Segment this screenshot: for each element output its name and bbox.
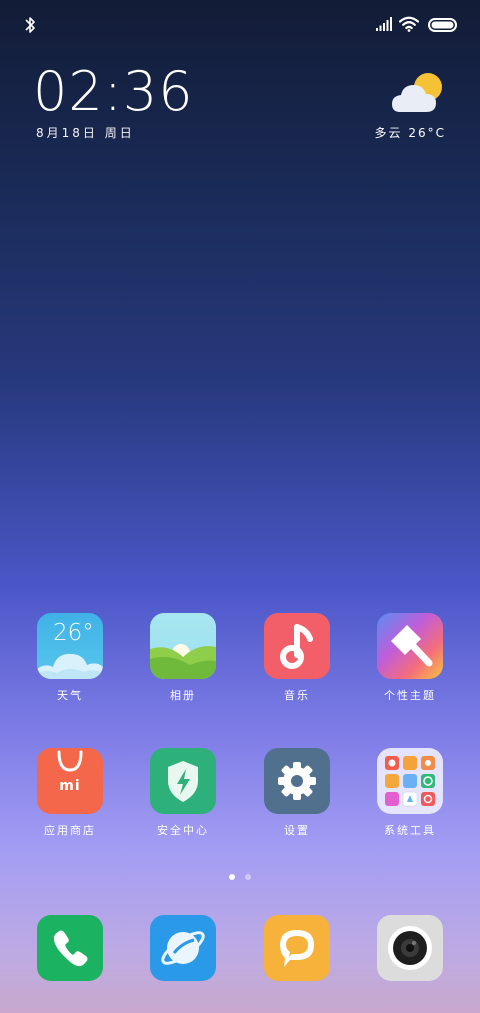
weather-app-temp: 26° (53, 620, 94, 646)
weather-summary: 多云 26°C (375, 124, 447, 141)
theme-brush-icon (377, 613, 443, 679)
dock-phone[interactable] (22, 915, 118, 981)
app-label: 个性主题 (384, 689, 436, 702)
dock-messages[interactable] (249, 915, 345, 981)
weather-temperature: 26°C (408, 126, 446, 140)
shopping-bag-icon: mi (37, 748, 103, 814)
app-music[interactable]: 音乐 (249, 613, 345, 703)
bluetooth-icon (25, 17, 35, 33)
folder-system-tools[interactable]: 系统工具 (362, 748, 458, 838)
weather-icon: 26° (37, 613, 103, 679)
page-dot-active[interactable] (229, 874, 235, 880)
folder-icon (377, 748, 443, 814)
browser-icon (150, 915, 216, 981)
store-mi-badge: mi (59, 778, 81, 794)
dock-browser[interactable] (135, 915, 231, 981)
weather-condition: 多云 (374, 126, 403, 140)
gallery-icon (150, 613, 216, 679)
app-label: 天气 (57, 689, 83, 702)
gear-icon (264, 748, 330, 814)
page-dot[interactable] (245, 874, 251, 880)
page-indicator (0, 872, 480, 882)
signal-icon (376, 17, 392, 31)
music-note-icon (264, 613, 330, 679)
app-settings[interactable]: 设置 (249, 748, 345, 838)
camera-icon (377, 915, 443, 981)
app-label: 系统工具 (384, 824, 436, 837)
app-label: 安全中心 (157, 824, 209, 837)
message-icon (264, 915, 330, 981)
app-label: 音乐 (284, 689, 310, 702)
app-label: 应用商店 (44, 824, 96, 837)
app-label: 相册 (170, 689, 196, 702)
phone-icon (37, 915, 103, 981)
battery-icon (428, 18, 457, 32)
app-label: 设置 (284, 824, 310, 837)
app-store[interactable]: mi 应用商店 (22, 748, 118, 838)
app-weather[interactable]: 26° 天气 (22, 613, 118, 703)
app-security[interactable]: 安全中心 (135, 748, 231, 838)
shield-bolt-icon (150, 748, 216, 814)
partly-cloudy-icon[interactable] (390, 70, 446, 116)
wifi-icon (399, 16, 419, 32)
status-bar (0, 0, 480, 50)
dock-camera[interactable] (362, 915, 458, 981)
clock-date: 8月18日 周日 (36, 126, 135, 140)
clock-time[interactable]: 02:36 (33, 60, 194, 124)
app-themes[interactable]: 个性主题 (362, 613, 458, 703)
app-gallery[interactable]: 相册 (135, 613, 231, 703)
